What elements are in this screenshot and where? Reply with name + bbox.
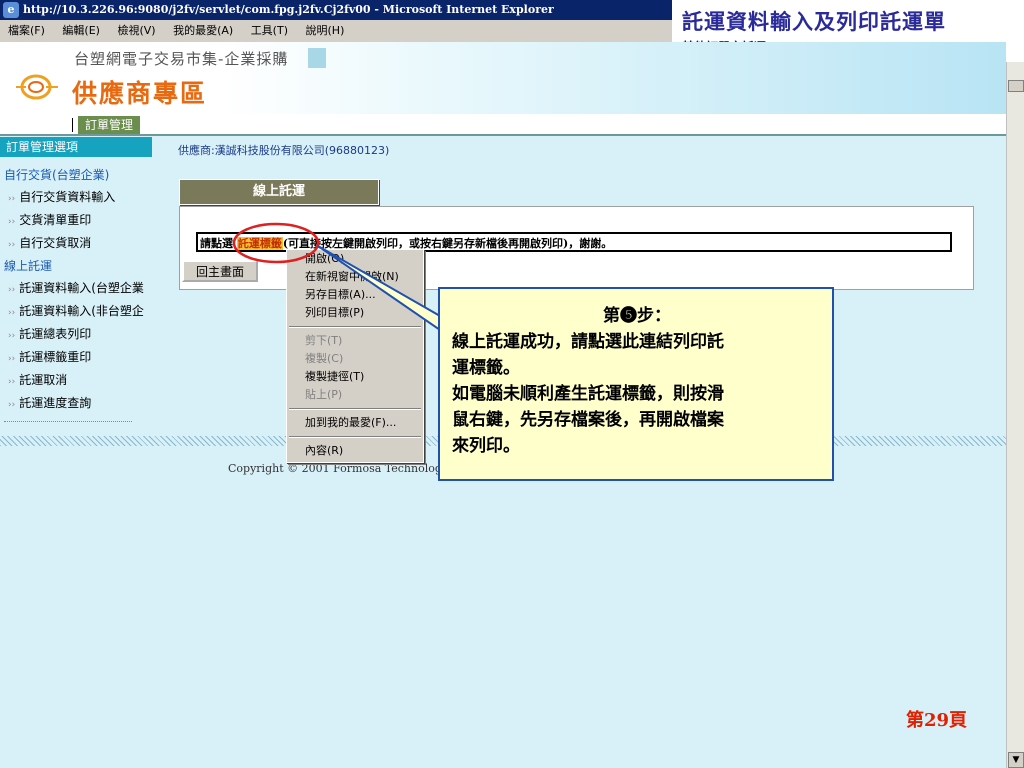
sidebar-item[interactable]: ›› 交貨清單重印 [0, 209, 160, 232]
arrow-icon: ›› [8, 194, 16, 204]
menu-file[interactable]: 檔案(F) [8, 24, 45, 37]
menu-help[interactable]: 說明(H) [306, 24, 345, 37]
sidebar-category-online-shipping[interactable]: 線上託運 [0, 255, 160, 277]
sidebar-item[interactable]: ›› 自行交貨取消 [0, 232, 160, 255]
slide-page-number: 第29頁 [906, 710, 968, 731]
arrow-icon: ›› [8, 354, 16, 364]
arrow-icon: ›› [8, 240, 16, 250]
arrow-icon: ›› [8, 285, 16, 295]
instruction-callout: 第❺步： 線上託運成功，請點選此連結列印託 運標籤。 如電腦未順利產生託運標籤，… [438, 287, 834, 481]
arrow-icon: ›› [8, 331, 16, 341]
callout-line: 來列印。 [452, 436, 520, 456]
menu-favorites[interactable]: 我的最愛(A) [173, 24, 233, 37]
nav-separator [72, 118, 73, 132]
sidebar-item[interactable]: ›› 託運標籤重印 [0, 346, 160, 369]
menu-item-paste: 貼上(P) [305, 388, 343, 401]
menu-item-open-new-window[interactable]: 在新視窗中開啟(N) [287, 268, 423, 286]
browser-titlebar: e http://10.3.226.96:9080/j2fv/servlet/co… [0, 0, 672, 20]
menu-item-open[interactable]: 開啟(O) [287, 250, 423, 268]
menu-separator [289, 436, 421, 438]
scroll-down-arrow-icon[interactable]: ▼ [1008, 752, 1024, 768]
menu-item-add-favorites[interactable]: 加到我的最愛(F)... [287, 414, 423, 432]
shipping-label-link[interactable]: 託運標籤 [236, 237, 283, 250]
menu-item-copy-shortcut[interactable]: 複製捷徑(T) [287, 368, 423, 386]
callout-line: 鼠右鍵，先另存檔案後，再開啟檔案 [452, 410, 724, 430]
sidebar-item[interactable]: ›› 託運總表列印 [0, 323, 160, 346]
sidebar-item[interactable]: ›› 託運取消 [0, 369, 160, 392]
sidebar-category-self-delivery[interactable]: 自行交貨(台塑企業) [0, 164, 160, 186]
browser-title: http://10.3.226.96:9080/j2fv/servlet/com… [23, 3, 554, 16]
sidebar-item[interactable]: ›› 託運資料輸入(台塑企業 [0, 277, 160, 300]
menu-item-properties[interactable]: 內容(R) [287, 442, 423, 460]
nav-strip: 訂單管理 [0, 114, 1006, 136]
menu-item-copy: 複製(C) [305, 352, 344, 365]
site-logo-icon [16, 74, 58, 100]
sidebar: 自行交貨(台塑企業) ›› 自行交貨資料輸入 ›› 交貨清單重印 ›› 自行交貨取消 … [0, 164, 160, 422]
menu-item-cut: 剪下(T) [305, 334, 343, 347]
copyright-text: Copyright © 2001 Formosa Technologies C [228, 462, 470, 475]
menu-item-print-target[interactable]: 列印目標(P) [287, 304, 423, 322]
sidebar-item[interactable]: ›› 託運進度查詢 [0, 392, 160, 415]
section-title-online-shipping: 線上託運 [179, 179, 379, 205]
portal-name: 台塑網電子交易市集-企業採購 [74, 50, 289, 68]
callout-line: 運標籤。 [452, 358, 520, 378]
slide-title: 託運資料輸入及列印託運單 [682, 9, 946, 34]
arrow-icon: ›› [8, 308, 16, 318]
sidebar-divider [4, 415, 132, 422]
menu-edit[interactable]: 編輯(E) [62, 24, 100, 37]
sidebar-header: 訂單管理選項 [0, 137, 152, 157]
callout-line: 如電腦未順利產生託運標籤，則按滑 [452, 384, 724, 404]
arrow-icon: ›› [8, 217, 16, 227]
arrow-icon: ›› [8, 377, 16, 387]
scrollbar-thumb[interactable] [1008, 80, 1024, 92]
menu-separator [289, 326, 421, 328]
supplier-label: 供應商:漢誠科技股份有限公司(96880123) [178, 144, 390, 157]
sidebar-item[interactable]: ›› 託運資料輸入(非台塑企 [0, 300, 160, 323]
vertical-scrollbar[interactable]: ▼ [1006, 62, 1024, 768]
menu-separator [289, 408, 421, 410]
menu-view[interactable]: 檢視(V) [117, 24, 155, 37]
site-banner: 台塑網電子交易市集-企業採購 供應商專區 [0, 42, 1006, 114]
zone-title: 供應商專區 [72, 79, 208, 108]
callout-step: 第❺步： [603, 306, 671, 326]
sidebar-item[interactable]: ›› 自行交貨資料輸入 [0, 186, 160, 209]
menu-item-save-target-as[interactable]: 另存目標(A)... [287, 286, 423, 304]
portal-tab-decoration [308, 48, 326, 68]
home-button[interactable]: 回主畫面 [182, 260, 258, 282]
browser-menubar: 檔案(F) 編輯(E) 檢視(V) 我的最愛(A) 工具(T) 說明(H) [0, 20, 672, 43]
internet-explorer-icon: e [3, 2, 19, 18]
context-menu: 開啟(O) 在新視窗中開啟(N) 另存目標(A)... 列印目標(P) 剪下(T… [286, 249, 424, 463]
tab-order-management[interactable]: 訂單管理 [78, 116, 140, 134]
menu-tools[interactable]: 工具(T) [251, 24, 288, 37]
callout-line: 線上託運成功，請點選此連結列印託 [452, 332, 724, 352]
arrow-icon: ›› [8, 400, 16, 410]
